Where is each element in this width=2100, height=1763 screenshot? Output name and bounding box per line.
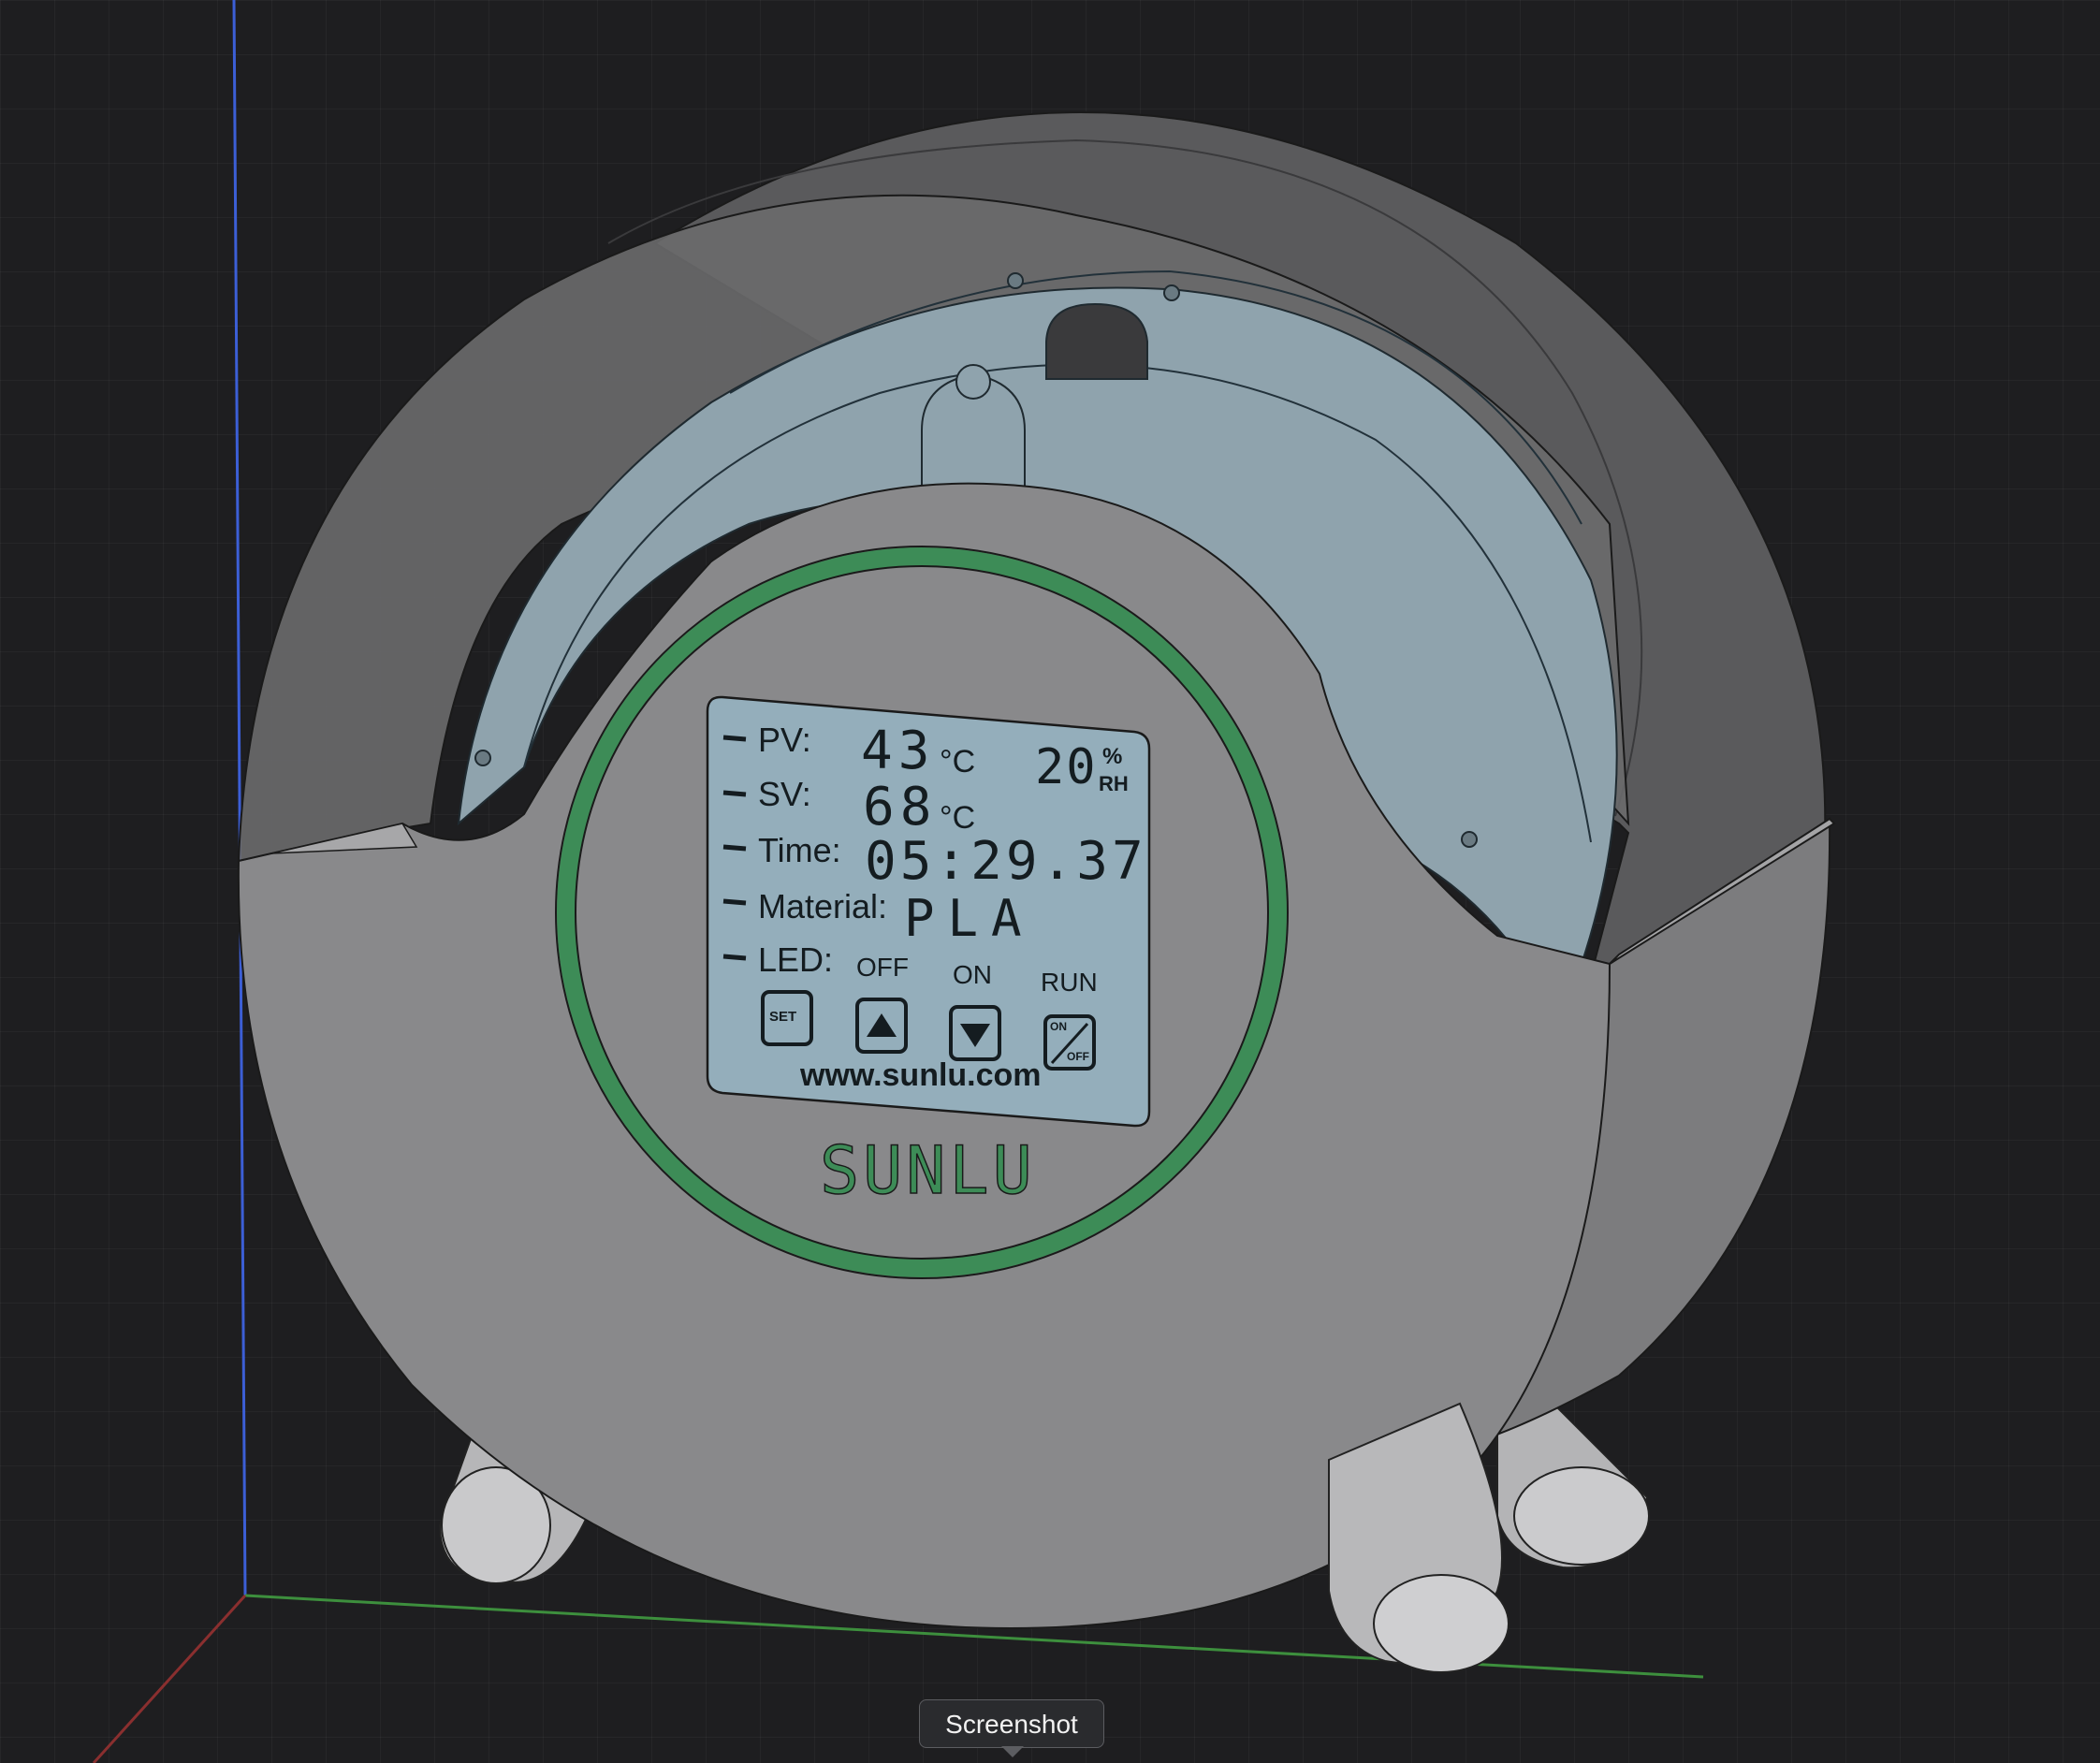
axis-x-line <box>92 1594 247 1763</box>
humidity-unit-rh: RH <box>1099 772 1129 795</box>
material-value: PLA <box>904 889 1035 948</box>
screenshot-tooltip-label: Screenshot <box>945 1710 1078 1739</box>
pv-label: PV: <box>758 721 811 759</box>
onoff-button-top[interactable]: ON <box>1050 1020 1067 1033</box>
pv-unit: °C <box>940 744 976 780</box>
tooltip-tail <box>1001 1746 1024 1757</box>
set-button[interactable]: SET <box>769 1009 796 1025</box>
sv-value: 68 <box>863 777 938 838</box>
3d-viewport[interactable]: PV: 43 °C 20 % RH SV: 68 °C Time: 05:29.… <box>0 0 2100 1763</box>
humidity-value: 20 <box>1035 739 1098 795</box>
spool-vent-hole <box>1045 302 1148 380</box>
led-off-label: OFF <box>856 953 909 982</box>
time-label: Time: <box>758 831 841 869</box>
sv-label: SV: <box>758 775 811 813</box>
time-value: 05:29.37 <box>865 831 1147 892</box>
website-label: www.sunlu.com <box>800 1057 1042 1093</box>
led-label: LED: <box>758 940 834 979</box>
screw-left <box>474 750 491 766</box>
screw-top-right <box>1163 284 1180 301</box>
material-label: Material: <box>758 887 888 925</box>
pv-value: 43 <box>861 721 936 781</box>
screenshot-tooltip: Screenshot <box>919 1699 1104 1748</box>
spool-hook-eye <box>955 364 991 400</box>
sunlu-logo: SUNLU <box>819 1131 1036 1210</box>
screw-right <box>1461 831 1478 848</box>
onoff-button-bottom[interactable]: OFF <box>1067 1050 1089 1063</box>
humidity-unit-percent: % <box>1102 744 1123 769</box>
led-run-label: RUN <box>1041 968 1098 997</box>
screw-top-left <box>1007 272 1024 289</box>
led-on-label: ON <box>953 960 992 989</box>
